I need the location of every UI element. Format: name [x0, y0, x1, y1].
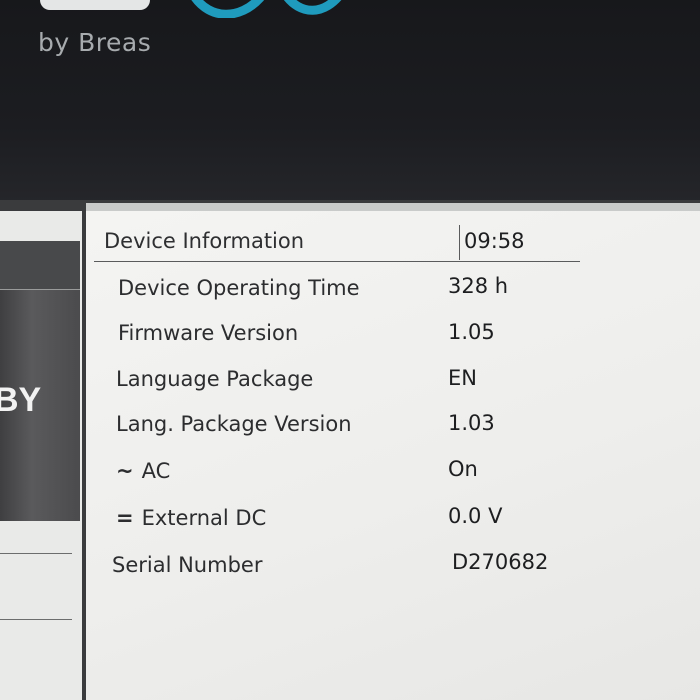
firmware-version-label: Firmware Version [118, 321, 299, 345]
header-divider [94, 261, 580, 262]
side-menu-header [0, 241, 80, 290]
side-menu-label: BY [0, 381, 42, 419]
external-dc-label: = External DC [116, 506, 266, 530]
ac-symbol-icon: ~ [116, 459, 134, 483]
device-bezel: by Breas [0, 0, 700, 212]
ac-power-label: ~ AC [116, 459, 170, 483]
ac-label-text: AC [141, 459, 171, 483]
title-divider [459, 225, 460, 260]
lang-package-version-value: 1.03 [448, 411, 495, 435]
side-menu-button[interactable]: BY [0, 241, 80, 521]
brand-tagline: by Breas [38, 28, 152, 57]
ac-power-value: On [448, 457, 478, 481]
screen-top-edge [86, 203, 700, 211]
external-dc-value: 0.0 V [448, 504, 503, 528]
operating-time-value: 328 h [448, 274, 509, 298]
lang-package-version-label: Lang. Package Version [116, 412, 352, 436]
language-package-label: Language Package [116, 367, 314, 391]
language-package-value: EN [448, 366, 477, 390]
firmware-version-value: 1.05 [448, 320, 495, 344]
serial-number-value: D270682 [452, 550, 549, 574]
brand-logo-swoosh [191, 0, 342, 18]
device-information-panel: Device Information 09:58 Device Operatin… [86, 211, 700, 700]
dc-symbol-icon: = [116, 506, 134, 530]
clock-time: 09:58 [464, 229, 525, 253]
operating-time-label: Device Operating Time [118, 276, 360, 300]
serial-number-label: Serial Number [112, 553, 263, 577]
external-dc-label-text: External DC [141, 506, 267, 530]
side-divider [0, 553, 72, 554]
panel-title: Device Information [104, 229, 305, 253]
side-panel[interactable]: BY [0, 211, 82, 700]
side-divider [0, 619, 72, 620]
logo-block [40, 0, 150, 10]
